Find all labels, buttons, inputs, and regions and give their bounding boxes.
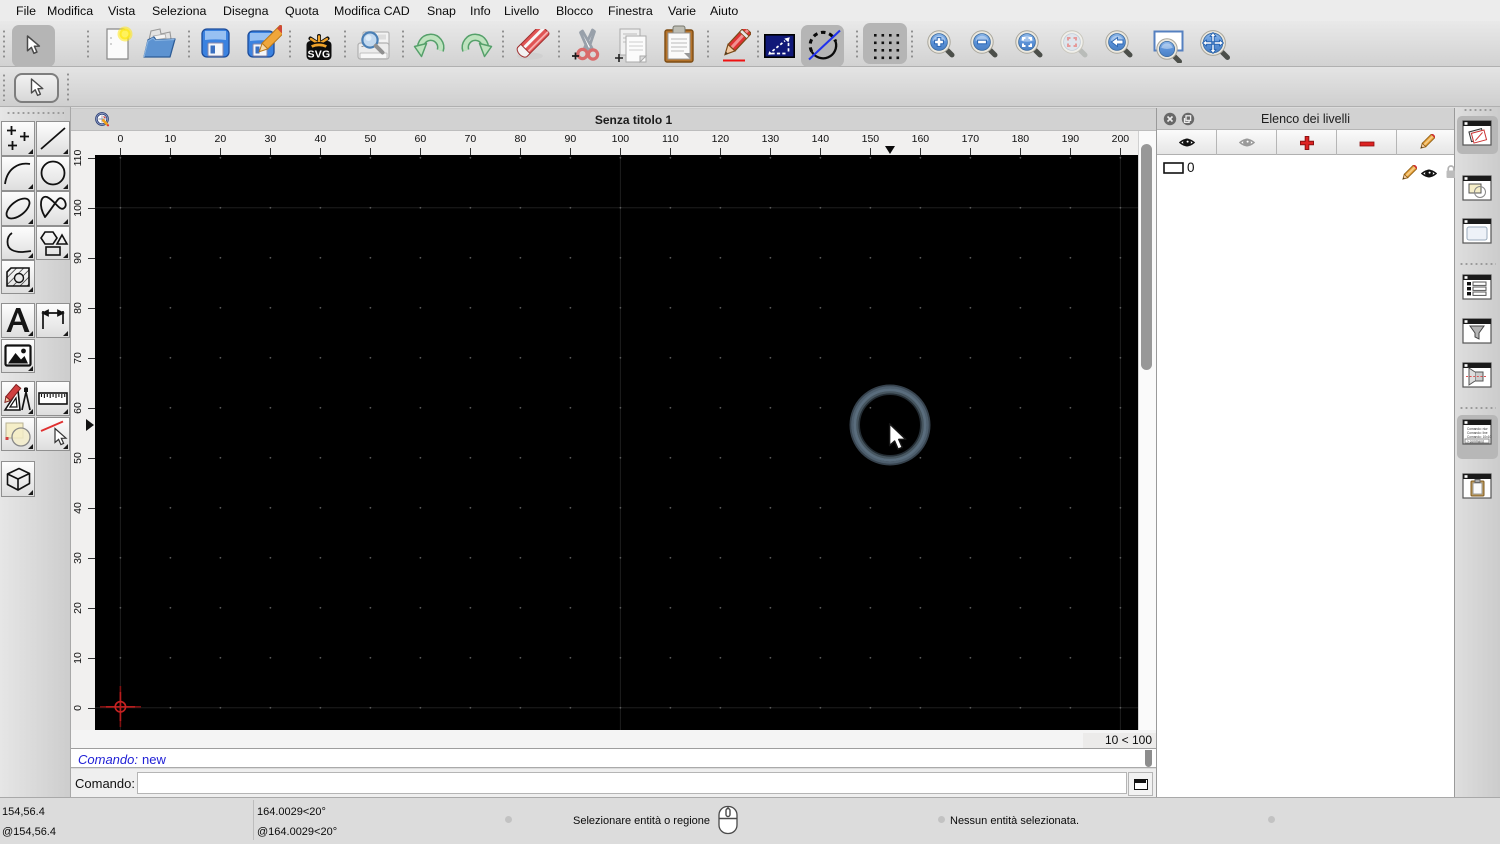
svg-text:SVG: SVG xyxy=(307,49,330,61)
svg-text:> command: > command xyxy=(1467,439,1484,443)
svg-text:Comando: 10x10: Comando: 10x10 xyxy=(1467,435,1492,439)
